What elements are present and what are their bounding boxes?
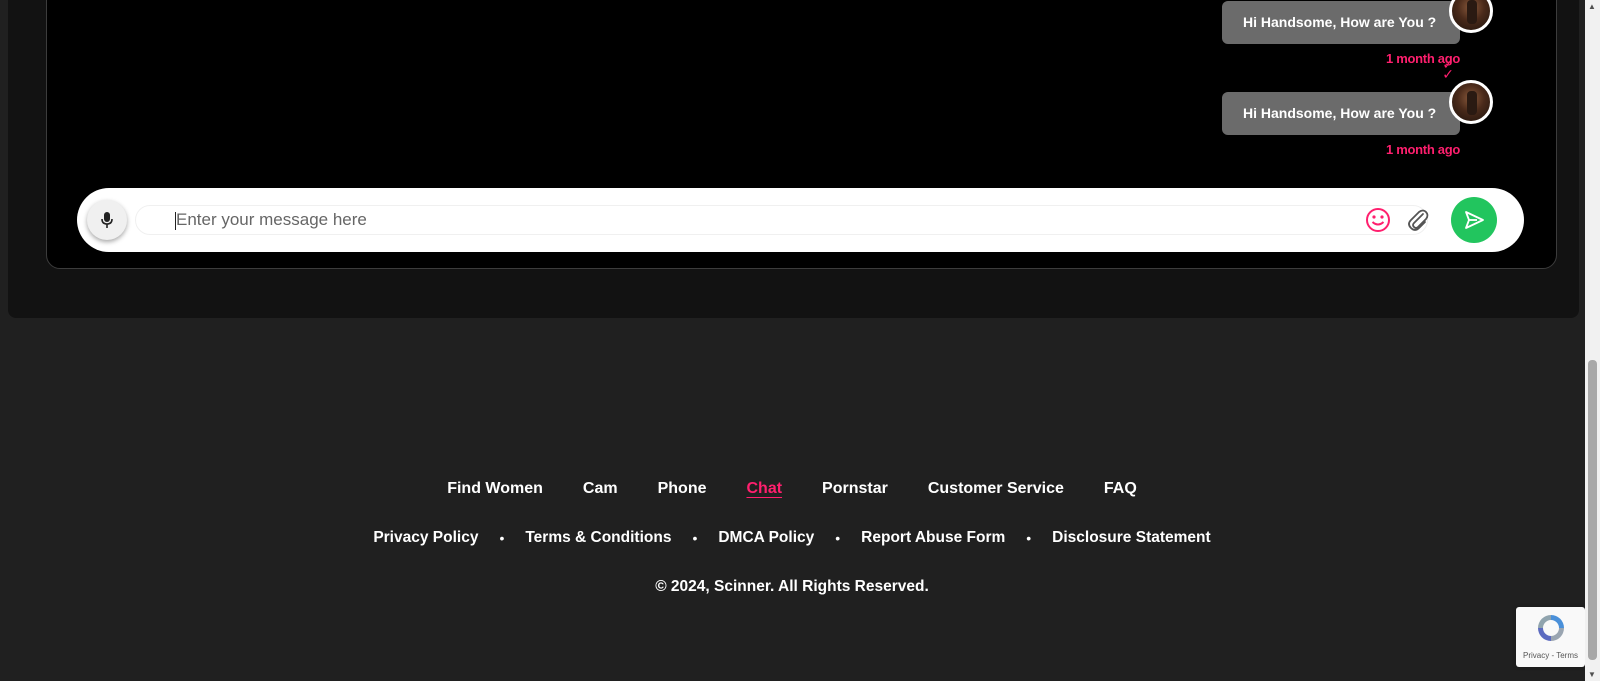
recaptcha-links[interactable]: Privacy - Terms xyxy=(1516,651,1585,660)
attach-file-button[interactable] xyxy=(1404,206,1432,234)
footer-link-faq[interactable]: FAQ xyxy=(1104,480,1137,498)
privacy-policy-link[interactable]: Privacy Policy xyxy=(373,529,478,547)
message-input[interactable] xyxy=(135,205,1428,235)
send-button[interactable] xyxy=(1451,197,1497,243)
disclosure-statement-link[interactable]: Disclosure Statement xyxy=(1052,529,1211,547)
footer-link-find-women[interactable]: Find Women xyxy=(447,480,543,498)
voice-record-button[interactable] xyxy=(87,200,127,240)
avatar[interactable] xyxy=(1449,80,1493,124)
double-check-icon: ✓ ✓ xyxy=(1442,56,1454,82)
message-bubble: Hi Handsome, How are You ? xyxy=(1222,1,1460,44)
separator-dot: • xyxy=(499,530,505,546)
report-abuse-link[interactable]: Report Abuse Form xyxy=(861,529,1005,547)
scrollbar-thumb[interactable] xyxy=(1588,360,1597,660)
separator-dot: • xyxy=(692,530,698,546)
dmca-policy-link[interactable]: DMCA Policy xyxy=(718,529,814,547)
separator-dot: • xyxy=(1026,530,1032,546)
microphone-icon xyxy=(101,212,113,228)
send-arrow-icon xyxy=(1465,211,1484,229)
terms-link[interactable]: Terms & Conditions xyxy=(525,529,671,547)
footer-link-chat[interactable]: Chat xyxy=(746,480,782,498)
separator-dot: • xyxy=(835,530,841,546)
scroll-up-icon[interactable]: ▲ xyxy=(1588,2,1596,11)
footer-link-cam[interactable]: Cam xyxy=(583,480,618,498)
footer-link-phone[interactable]: Phone xyxy=(658,480,707,498)
footer-legal-links: Privacy Policy • Terms & Conditions • DM… xyxy=(0,529,1584,547)
recaptcha-icon xyxy=(1538,615,1564,641)
chat-panel: Hi Handsome, How are You ? 1 month ago ✓… xyxy=(8,0,1579,318)
emoji-button[interactable] xyxy=(1364,206,1392,234)
smiley-icon xyxy=(1366,208,1390,232)
message-sent: Hi Handsome, How are You ? 1 month ago xyxy=(1222,92,1460,157)
message-bubble: Hi Handsome, How are You ? xyxy=(1222,92,1460,135)
chat-window: Hi Handsome, How are You ? 1 month ago ✓… xyxy=(46,0,1557,269)
copyright-text: © 2024, Scinner. All Rights Reserved. xyxy=(655,578,929,595)
page-scrollbar[interactable]: ▲ ▼ xyxy=(1585,0,1600,681)
message-timestamp: 1 month ago xyxy=(1386,142,1460,157)
footer-link-pornstar[interactable]: Pornstar xyxy=(822,480,888,498)
footer-nav: Find Women Cam Phone Chat Pornstar Custo… xyxy=(0,480,1584,498)
message-sent: Hi Handsome, How are You ? 1 month ago ✓… xyxy=(1222,1,1460,81)
paperclip-icon xyxy=(1408,209,1429,231)
text-caret xyxy=(175,212,176,230)
scroll-down-icon[interactable]: ▼ xyxy=(1588,670,1596,679)
footer-link-customer-service[interactable]: Customer Service xyxy=(928,480,1064,498)
recaptcha-badge[interactable]: Privacy - Terms xyxy=(1516,607,1585,667)
message-composer xyxy=(77,188,1524,252)
